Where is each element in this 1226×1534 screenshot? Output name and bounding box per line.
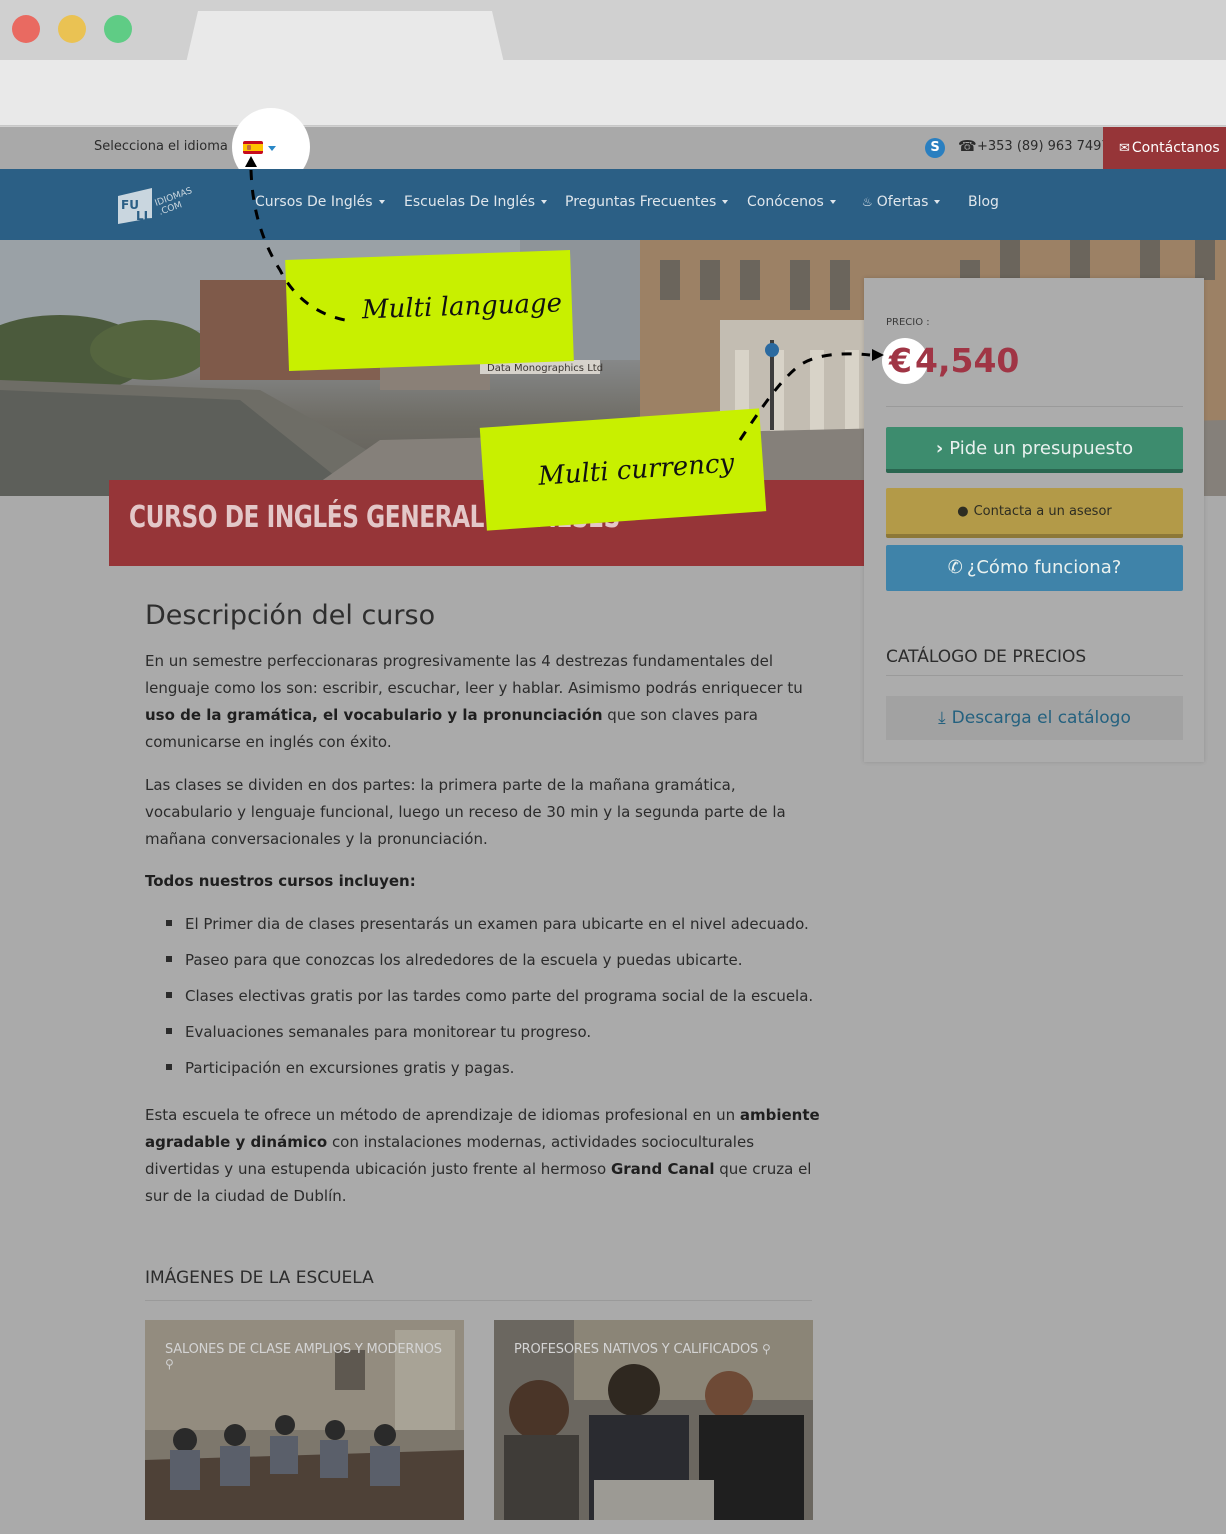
annotation-arrows xyxy=(245,156,884,441)
